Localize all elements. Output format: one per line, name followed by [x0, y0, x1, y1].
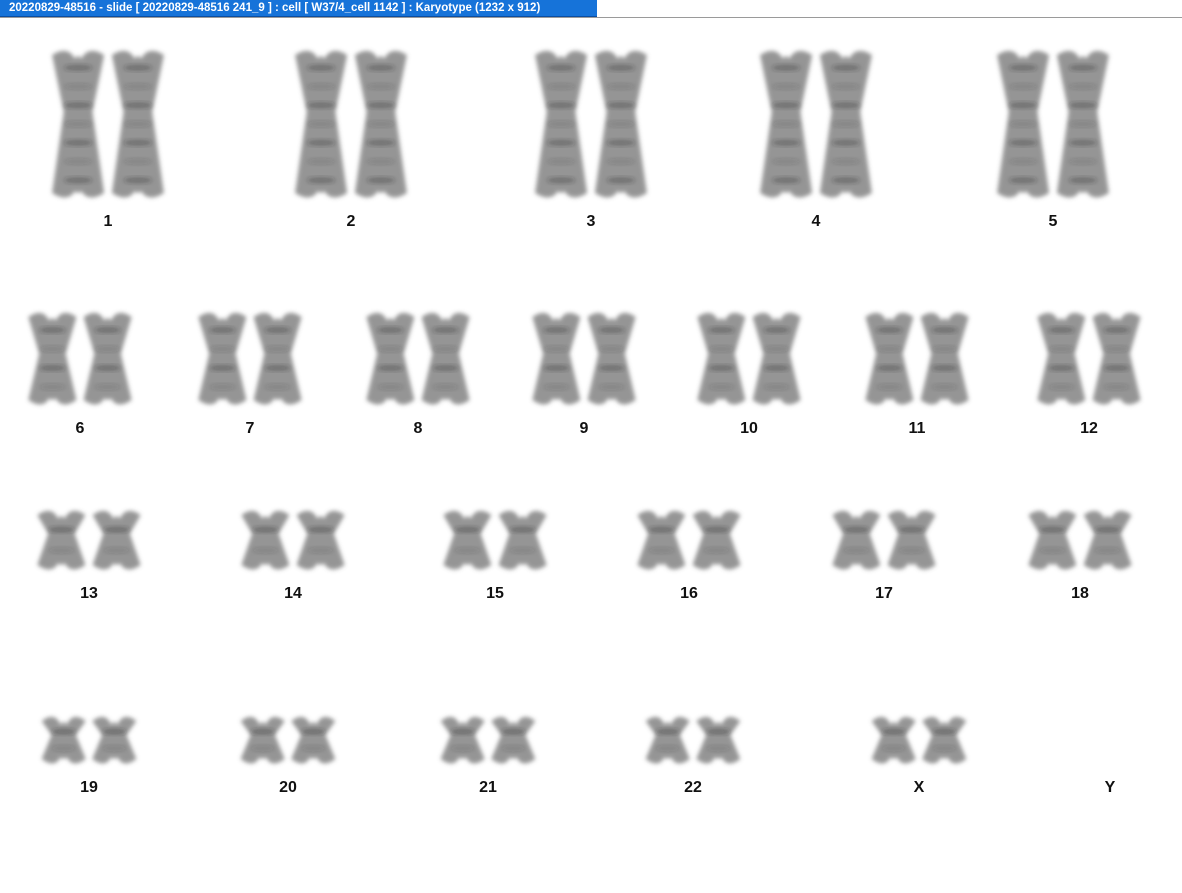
chromosome-pair-image [871, 716, 967, 764]
window-title-bar[interactable]: 20220829-48516 - slide [ 20220829-48516 … [0, 0, 597, 17]
chromosome-x-b[interactable] [922, 716, 967, 764]
chromosome-label-y: Y [1104, 779, 1116, 796]
chromosome-label-x: X [913, 779, 925, 796]
chromosome-x-a[interactable] [871, 716, 916, 764]
window-title: 20220829-48516 - slide [ 20220829-48516 … [9, 2, 541, 14]
karyotype-canvas: 1 2 3 4 5 6 7 8 9 10 11 12 13 14 15 16 17 18 19 20 21 22 X Y [0, 18, 1182, 893]
